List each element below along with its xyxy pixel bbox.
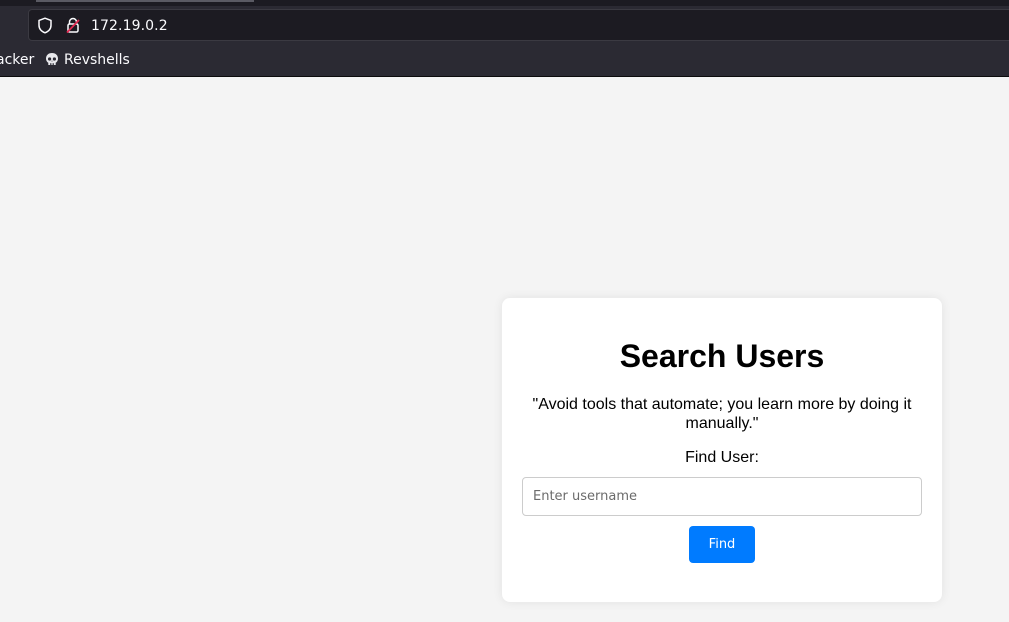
bookmark-item[interactable]: acker (0, 52, 34, 68)
bookmarks-toolbar: acker Revshells (0, 44, 1009, 77)
page-content: Search Users "Avoid tools that automate;… (0, 77, 1009, 622)
find-button[interactable]: Find (689, 526, 755, 563)
search-card: Search Users "Avoid tools that automate;… (502, 298, 942, 602)
skull-icon (46, 53, 58, 65)
insecure-lock-icon[interactable] (65, 17, 81, 34)
page-title: Search Users (619, 338, 825, 374)
bookmark-label: Revshells (64, 52, 130, 68)
username-input[interactable] (522, 477, 922, 516)
bookmark-revshells[interactable]: Revshells (44, 52, 130, 68)
address-bar[interactable]: 172.19.0.2 (28, 9, 1009, 41)
shield-icon[interactable] (37, 17, 53, 34)
quote-text: "Avoid tools that automate; you learn mo… (532, 396, 912, 432)
url-text[interactable]: 172.19.0.2 (91, 18, 168, 34)
navigation-toolbar: 172.19.0.2 (0, 6, 1009, 44)
active-tab-edge[interactable] (36, 0, 254, 2)
find-user-label: Find User: (685, 449, 759, 466)
